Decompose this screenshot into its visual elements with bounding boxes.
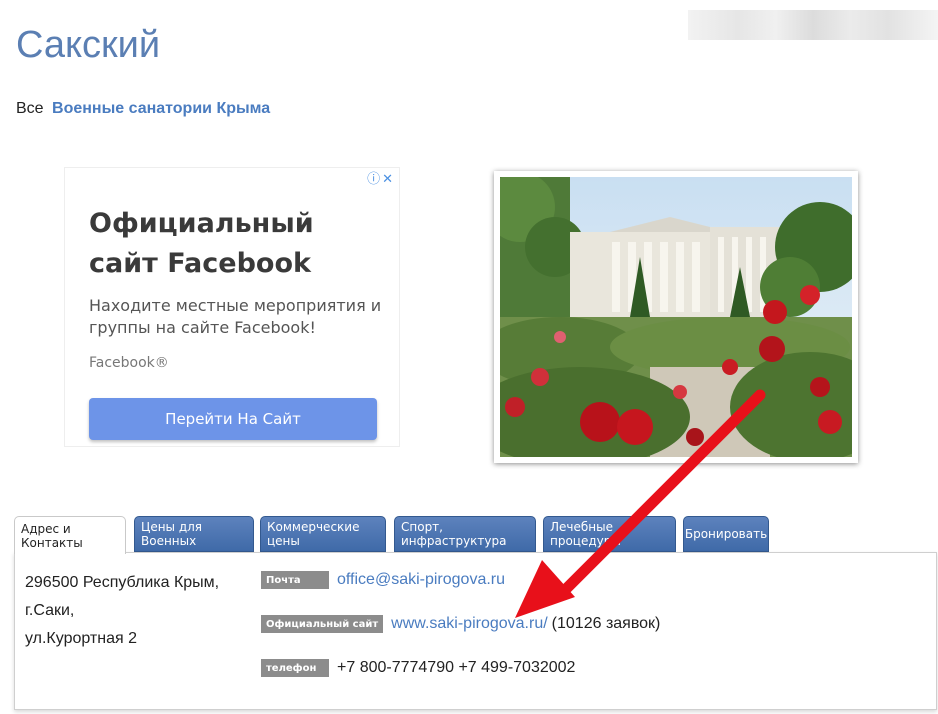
ad-visit-button[interactable]: Перейти На Сайт bbox=[89, 398, 377, 440]
tab-commercial-prices[interactable]: Коммерческие цены bbox=[260, 516, 386, 552]
ad-controls: ⓘ✕ bbox=[367, 168, 395, 187]
address-block: 296500 Республика Крым, г.Саки, ул.Курор… bbox=[25, 569, 219, 653]
breadcrumb-link[interactable]: Военные санатории Крыма bbox=[52, 100, 270, 117]
email-row: Почта office@saki-pirogova.ru bbox=[261, 571, 505, 589]
website-link[interactable]: www.saki-pirogova.ru/ bbox=[391, 615, 548, 633]
tab-military-prices[interactable]: Цены для Военных bbox=[134, 516, 254, 552]
tab-address-contacts[interactable]: Адрес и Контакты bbox=[14, 516, 126, 554]
website-label: Официальный сайт bbox=[261, 615, 384, 633]
blurred-header-area bbox=[688, 10, 938, 40]
ad-brand: Facebook® bbox=[89, 355, 169, 371]
sanatorium-photo bbox=[494, 171, 858, 463]
address-line: ул.Курортная 2 bbox=[25, 630, 137, 647]
address-line: г.Саки, bbox=[25, 602, 75, 619]
ad-title[interactable]: Официальный сайт Facebook bbox=[89, 204, 379, 284]
sanatorium-photo-image bbox=[500, 177, 852, 457]
website-requests-count: (10126 заявок) bbox=[551, 615, 661, 632]
ad-description: Находите местные мероприятия и группы на… bbox=[89, 296, 382, 337]
address-line: 296500 Республика Крым, bbox=[25, 574, 220, 591]
tab-sport-infrastructure[interactable]: Спорт, инфраструктура bbox=[394, 516, 536, 552]
phone-row: телефон +7 800-7774790 +7 499-7032002 bbox=[261, 659, 575, 677]
phone-label: телефон bbox=[261, 659, 329, 677]
close-icon[interactable]: ✕ bbox=[382, 171, 395, 186]
website-row: Официальный сайт www.saki-pirogova.ru/ (… bbox=[261, 615, 660, 633]
tab-treatments[interactable]: Лечебные процедуры bbox=[543, 516, 676, 552]
tab-booking[interactable]: Бронировать bbox=[683, 516, 769, 552]
ad-banner[interactable]: ⓘ✕ Официальный сайт Facebook Находите ме… bbox=[64, 167, 400, 447]
page-title: Сакский bbox=[16, 24, 161, 66]
breadcrumb-prefix: Все bbox=[16, 100, 44, 117]
email-link[interactable]: office@saki-pirogova.ru bbox=[337, 571, 505, 589]
email-label: Почта bbox=[261, 571, 329, 589]
contacts-panel: 296500 Республика Крым, г.Саки, ул.Курор… bbox=[14, 552, 937, 710]
breadcrumb: Все Военные санатории Крыма bbox=[16, 100, 270, 118]
phone-numbers: +7 800-7774790 +7 499-7032002 bbox=[337, 659, 576, 676]
info-icon[interactable]: ⓘ bbox=[367, 171, 382, 186]
